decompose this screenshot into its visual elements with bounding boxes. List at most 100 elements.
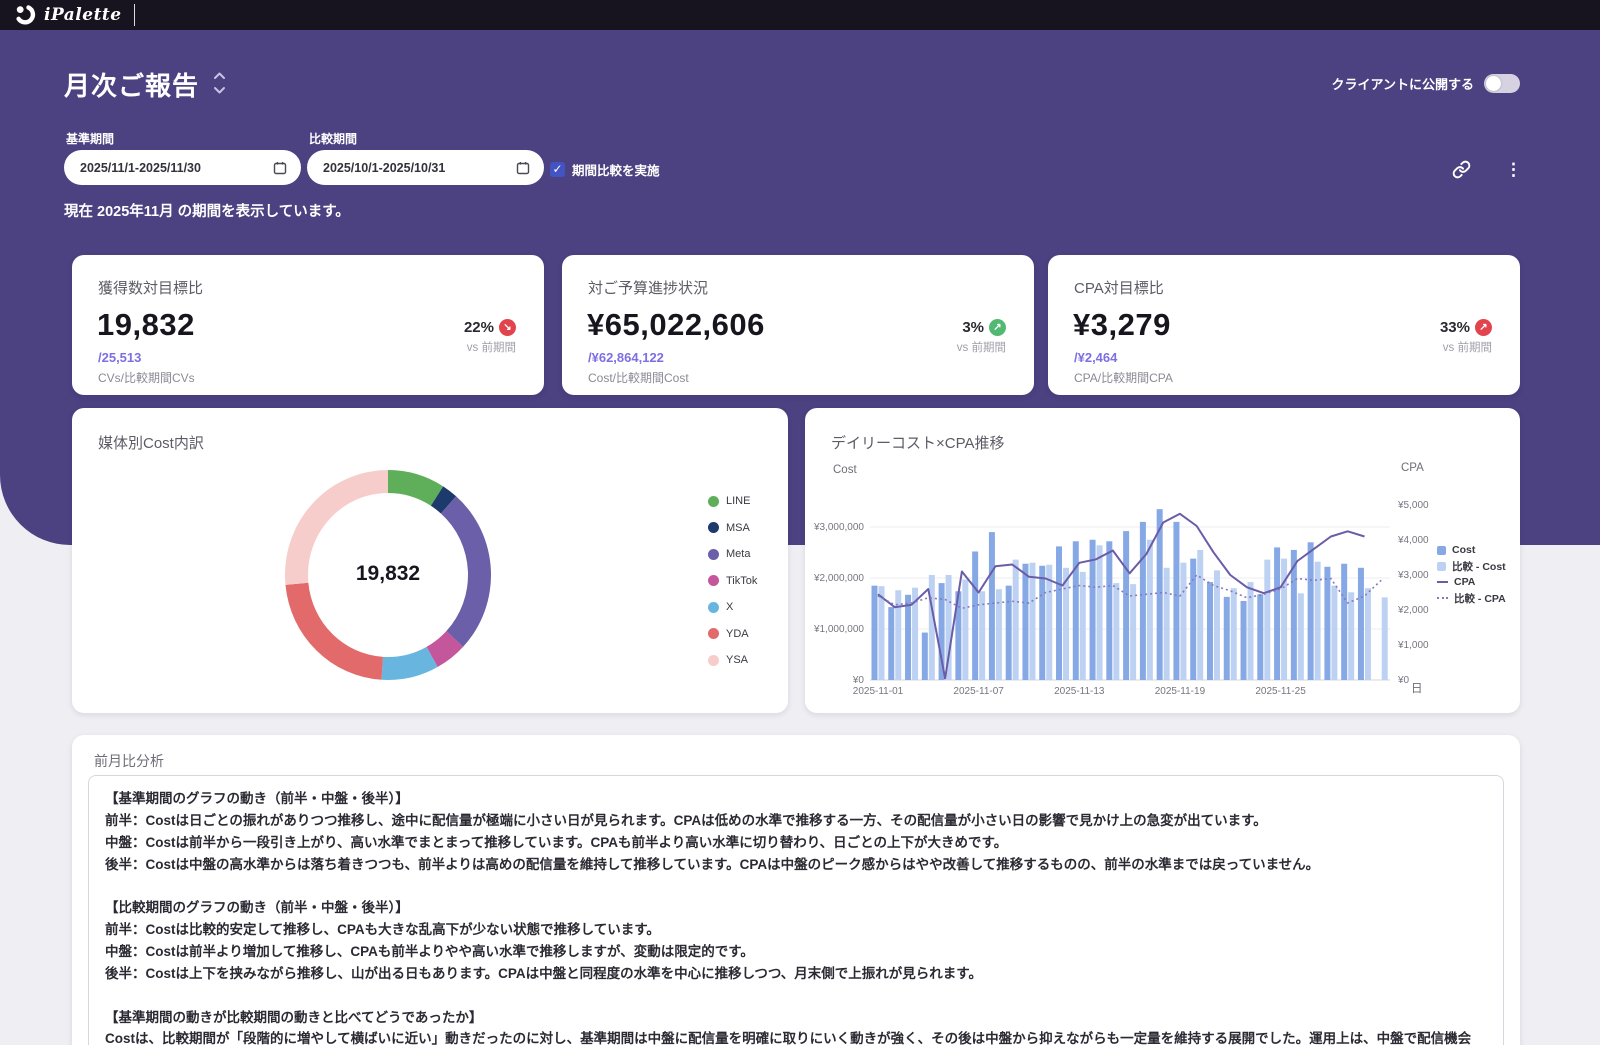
compare-cost-bar[interactable]: [962, 580, 968, 680]
kpi-title: 対ご予算進捗状況: [588, 277, 708, 298]
donut-legend-item-LINE[interactable]: LINE: [708, 488, 757, 515]
compare-checkbox-row: ✓ 期間比較を実施: [550, 160, 660, 179]
cost-bar[interactable]: [1324, 567, 1330, 680]
compare-cost-bar[interactable]: [929, 575, 935, 680]
compare-cost-bar[interactable]: [1164, 568, 1170, 680]
publish-toggle[interactable]: [1484, 74, 1520, 93]
daily-legend-item[interactable]: CPA: [1437, 574, 1506, 590]
compare-cost-bar[interactable]: [1097, 545, 1103, 680]
compare-cost-bar[interactable]: [895, 590, 901, 680]
compare-cpa-line[interactable]: [878, 575, 1381, 608]
compare-cost-bar[interactable]: [879, 586, 885, 680]
legend-label: YSA: [726, 654, 748, 666]
cost-bar[interactable]: [1123, 531, 1129, 680]
compare-checkbox[interactable]: ✓: [550, 162, 565, 177]
cost-bar[interactable]: [1006, 586, 1012, 680]
page: iPalette 月次ご報告 クライアントに公開する 基準期間 2025/11/…: [0, 0, 1600, 1045]
compare-cost-bar[interactable]: [1365, 588, 1371, 680]
x-axis-tick-label: 2025-11-01: [853, 686, 904, 697]
publish-toggle-knob: [1486, 76, 1501, 91]
compare-cost-bar[interactable]: [1231, 588, 1237, 680]
legend-dot-icon: [708, 575, 719, 586]
x-axis-title: 日: [1411, 680, 1423, 696]
legend-dot-icon: [708, 496, 719, 507]
kpi-value: 19,832: [97, 307, 195, 343]
cost-bar[interactable]: [1073, 541, 1079, 680]
base-period-value: 2025/11/1-2025/11/30: [80, 161, 201, 175]
cost-bar[interactable]: [1106, 541, 1112, 680]
cost-bar[interactable]: [1140, 522, 1146, 680]
compare-cost-bar[interactable]: [1298, 593, 1304, 680]
legend-label: 比較 - Cost: [1452, 559, 1506, 574]
compare-cost-bar[interactable]: [1147, 540, 1153, 680]
analysis-textbox[interactable]: 【基準期間のグラフの動き（前半・中盤・後半）】 前半：Costは日ごとの振れがあ…: [88, 775, 1504, 1045]
donut-segment-X[interactable]: [382, 647, 438, 680]
kpi-target: /¥62,864,122: [588, 350, 664, 365]
cost-bar[interactable]: [1257, 594, 1263, 680]
cost-bar[interactable]: [1358, 568, 1364, 680]
cost-bar[interactable]: [922, 633, 928, 680]
donut-legend-item-TikTok[interactable]: TikTok: [708, 568, 757, 595]
donut-legend-item-YDA[interactable]: YDA: [708, 621, 757, 648]
compare-cost-bar[interactable]: [1348, 592, 1354, 680]
cost-bar[interactable]: [1190, 559, 1196, 680]
compare-cost-bar[interactable]: [1197, 550, 1203, 680]
daily-legend-item[interactable]: Cost: [1437, 542, 1506, 558]
more-menu-button[interactable]: ⋮: [1505, 161, 1522, 178]
kpi-delta-percent: 33%: [1440, 319, 1470, 336]
compare-cost-bar[interactable]: [1046, 565, 1052, 680]
cost-bar[interactable]: [1207, 582, 1213, 680]
daily-cost-cpa-card: デイリーコスト×CPA推移 Cost CPA 日 ¥0¥1,000,000¥2,…: [805, 408, 1520, 713]
cost-bar[interactable]: [1224, 597, 1230, 680]
legend-label: X: [726, 601, 733, 613]
app-logo[interactable]: iPalette: [0, 4, 122, 26]
report-select-chevrons-icon[interactable]: [212, 70, 227, 96]
cost-bar[interactable]: [872, 586, 878, 680]
donut-legend-item-X[interactable]: X: [708, 594, 757, 621]
topbar-divider: [134, 4, 135, 26]
cost-bar[interactable]: [1308, 542, 1314, 680]
compare-cost-bar[interactable]: [1013, 560, 1019, 680]
trend-up-badge-icon: ↗: [1475, 319, 1492, 336]
compare-cost-bar[interactable]: [1080, 572, 1086, 680]
compare-cost-bar[interactable]: [1113, 583, 1119, 680]
cost-bar[interactable]: [888, 607, 894, 680]
page-title: 月次ご報告: [64, 66, 199, 103]
right-axis-tick-label: ¥1,000: [1397, 640, 1429, 651]
cost-bar[interactable]: [1056, 546, 1062, 680]
donut-legend-item-MSA[interactable]: MSA: [708, 515, 757, 542]
daily-legend-item[interactable]: 比較 - Cost: [1437, 558, 1506, 574]
cost-bar[interactable]: [1341, 564, 1347, 680]
base-period-input[interactable]: 2025/11/1-2025/11/30: [64, 150, 301, 185]
cost-bar[interactable]: [1022, 564, 1028, 680]
donut-legend-item-YSA[interactable]: YSA: [708, 647, 757, 674]
cost-bar[interactable]: [1274, 547, 1280, 680]
legend-label: Meta: [726, 548, 750, 560]
share-link-button[interactable]: [1452, 160, 1471, 179]
donut-legend-item-Meta[interactable]: Meta: [708, 541, 757, 568]
compare-period-input[interactable]: 2025/10/1-2025/10/31: [307, 150, 544, 185]
cost-bar[interactable]: [1241, 601, 1247, 680]
right-axis-tick-label: ¥5,000: [1397, 500, 1429, 511]
left-axis-tick-label: ¥1,000,000: [813, 624, 864, 635]
compare-cost-bar[interactable]: [1130, 584, 1136, 680]
donut-segment-YDA[interactable]: [285, 583, 383, 680]
daily-legend-item[interactable]: 比較 - CPA: [1437, 590, 1506, 606]
kpi-delta-block: 33% ↗ vs 前期間: [1440, 319, 1492, 355]
cost-bar[interactable]: [1039, 566, 1045, 680]
cost-bar[interactable]: [905, 595, 911, 680]
compare-cost-bar[interactable]: [1264, 560, 1270, 680]
link-icon: [1452, 160, 1471, 179]
top-bar: iPalette: [0, 0, 1600, 30]
compare-cost-bar[interactable]: [1029, 563, 1035, 680]
compare-period-value: 2025/10/1-2025/10/31: [323, 161, 445, 175]
cost-bar[interactable]: [972, 551, 978, 680]
right-axis-tick-label: ¥4,000: [1397, 535, 1429, 546]
legend-swatch-icon: [1437, 597, 1448, 599]
compare-cost-bar[interactable]: [1331, 586, 1337, 680]
kpi-delta-block: 22% ↘ vs 前期間: [464, 319, 516, 355]
compare-cost-bar[interactable]: [1180, 563, 1186, 680]
cost-bar[interactable]: [1173, 522, 1179, 680]
compare-cost-bar[interactable]: [1382, 597, 1388, 680]
cost-bar[interactable]: [989, 532, 995, 680]
